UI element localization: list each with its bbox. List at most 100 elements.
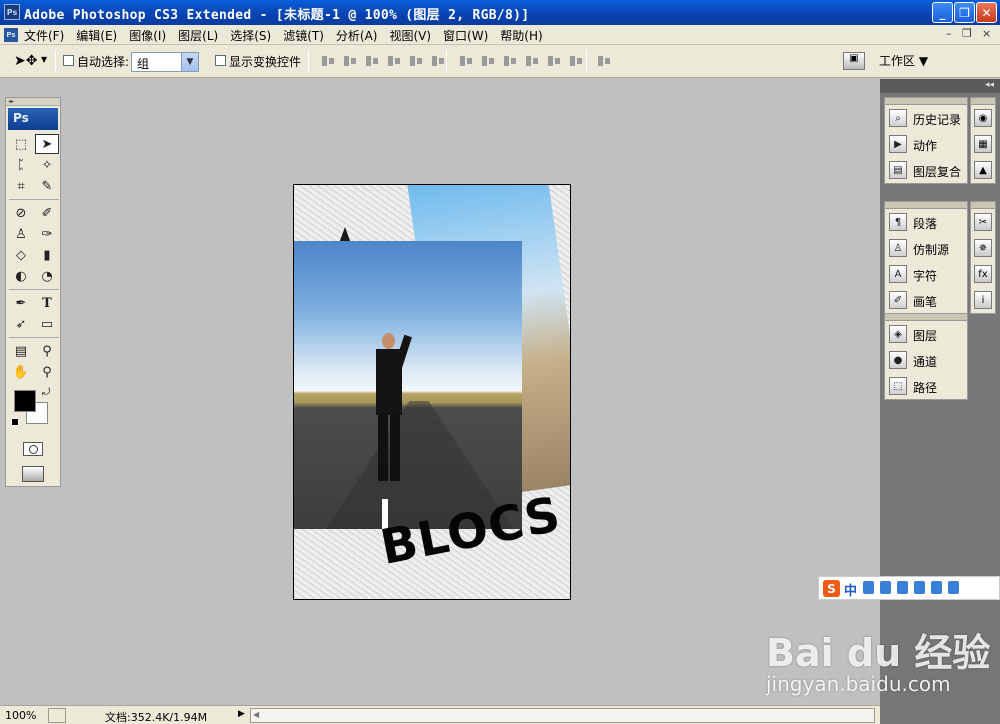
swatches-icon[interactable]: ▦ bbox=[974, 135, 992, 153]
pen-tool[interactable]: ✒ bbox=[9, 293, 33, 313]
menu-view[interactable]: 视图(V) bbox=[389, 27, 431, 44]
tool-presets-icon[interactable]: ✂ bbox=[974, 213, 992, 231]
distribute-bottom-icon[interactable] bbox=[502, 54, 518, 68]
maximize-button[interactable]: ❐ bbox=[954, 2, 975, 23]
ime-punctuation-icon[interactable] bbox=[880, 581, 891, 594]
show-transform-checkbox[interactable] bbox=[215, 55, 226, 66]
auto-select-dropdown[interactable]: 组 ▼ bbox=[131, 52, 199, 72]
minimize-button[interactable]: _ bbox=[932, 2, 953, 23]
panel-brushes[interactable]: ✐ 画笔 bbox=[885, 287, 967, 313]
gradient-tool[interactable]: ▮ bbox=[35, 245, 59, 265]
ime-language-toggle[interactable]: 中 bbox=[844, 580, 857, 599]
swap-colors-icon[interactable]: ⤾ bbox=[42, 387, 50, 398]
align-left-icon[interactable] bbox=[386, 54, 402, 68]
doc-restore-button[interactable]: ❐ bbox=[962, 27, 972, 40]
menu-analysis[interactable]: 分析(A) bbox=[336, 27, 378, 44]
dodge-tool[interactable]: ◔ bbox=[35, 266, 59, 286]
color-icon[interactable]: ✵ bbox=[974, 239, 992, 257]
menu-window[interactable]: 窗口(W) bbox=[443, 27, 488, 44]
menu-image[interactable]: 图像(I) bbox=[129, 27, 166, 44]
brush-tool[interactable]: ✐ bbox=[35, 203, 59, 223]
healing-brush-tool[interactable]: ⊘ bbox=[9, 203, 33, 223]
menu-help[interactable]: 帮助(H) bbox=[500, 27, 542, 44]
slice-tool[interactable]: ✎ bbox=[35, 176, 59, 196]
menu-edit[interactable]: 编辑(E) bbox=[76, 27, 117, 44]
scroll-left-icon[interactable]: ◀ bbox=[253, 710, 259, 719]
crop-tool[interactable]: ⌗ bbox=[9, 176, 33, 196]
history-brush-tool[interactable]: ✑ bbox=[35, 224, 59, 244]
document-icon[interactable]: Ps bbox=[4, 28, 18, 42]
notes-tool[interactable]: ▤ bbox=[9, 341, 33, 361]
panel-character[interactable]: A 字符 bbox=[885, 261, 967, 287]
shape-tool[interactable]: ▭ bbox=[35, 314, 59, 334]
panel-clone-source[interactable]: ♙ 仿制源 bbox=[885, 235, 967, 261]
doc-close-button[interactable]: × bbox=[982, 27, 991, 40]
distribute-left-icon[interactable] bbox=[524, 54, 540, 68]
hand-tool[interactable]: ✋ bbox=[9, 362, 33, 382]
menu-file[interactable]: 文件(F) bbox=[24, 27, 64, 44]
ime-moon-icon[interactable] bbox=[863, 581, 874, 594]
align-hcenter-icon[interactable] bbox=[408, 54, 424, 68]
info-icon[interactable]: i bbox=[974, 291, 992, 309]
menu-layer[interactable]: 图层(L) bbox=[178, 27, 218, 44]
ime-keyboard-icon[interactable] bbox=[897, 581, 908, 594]
sogou-ime-icon[interactable]: S bbox=[823, 580, 840, 597]
path-selection-tool[interactable]: ➶ bbox=[9, 314, 33, 334]
status-icon[interactable] bbox=[48, 708, 66, 723]
quick-mask-button[interactable] bbox=[23, 442, 43, 456]
histogram-icon[interactable]: ▲ bbox=[974, 161, 992, 179]
menu-filter[interactable]: 滤镜(T) bbox=[283, 27, 324, 44]
distribute-hcenter-icon[interactable] bbox=[546, 54, 562, 68]
lasso-tool[interactable]: ᛈ bbox=[9, 155, 33, 175]
panel-actions[interactable]: ▶ 动作 bbox=[885, 131, 967, 157]
eyedropper-tool[interactable]: ⚲ bbox=[35, 341, 59, 361]
bridge-icon[interactable]: ▣ bbox=[843, 52, 865, 70]
type-tool[interactable]: T bbox=[35, 293, 59, 313]
toolbox-grip[interactable]: ◂▸ bbox=[6, 98, 60, 106]
close-button[interactable]: ✕ bbox=[976, 2, 997, 23]
panel-layers[interactable]: ◈ 图层 bbox=[885, 321, 967, 347]
move-tool[interactable]: ➤ bbox=[35, 134, 59, 154]
navigator-icon[interactable]: ◉ bbox=[974, 109, 992, 127]
blur-tool[interactable]: ◐ bbox=[9, 266, 33, 286]
default-colors-icon[interactable] bbox=[11, 418, 19, 426]
move-tool-preset-icon[interactable]: ➤✥ bbox=[14, 53, 37, 69]
toolbox-logo[interactable]: Ps bbox=[8, 108, 58, 130]
collapse-dock-icon[interactable]: ◂◂ bbox=[985, 80, 994, 90]
ime-skin-icon[interactable] bbox=[931, 581, 942, 594]
zoom-tool[interactable]: ⚲ bbox=[35, 362, 59, 382]
panel-layer-comps[interactable]: ▤ 图层复合 bbox=[885, 157, 967, 183]
distribute-top-icon[interactable] bbox=[458, 54, 474, 68]
doc-minimize-button[interactable]: – bbox=[946, 27, 952, 40]
marquee-tool[interactable]: ⬚ bbox=[9, 134, 33, 154]
align-top-icon[interactable] bbox=[320, 54, 336, 68]
preset-dropdown-arrow-icon[interactable]: ▼ bbox=[41, 55, 47, 64]
auto-select-checkbox[interactable] bbox=[63, 55, 74, 66]
ime-user-icon[interactable] bbox=[914, 581, 925, 594]
document-canvas[interactable]: BLOCS bbox=[293, 184, 571, 600]
panel-paths[interactable]: ⬚ 路径 bbox=[885, 373, 967, 399]
horizontal-scrollbar[interactable]: ◀ bbox=[250, 708, 875, 723]
eraser-tool[interactable]: ◇ bbox=[9, 245, 33, 265]
distribute-vcenter-icon[interactable] bbox=[480, 54, 496, 68]
clone-stamp-tool[interactable]: ♙ bbox=[9, 224, 33, 244]
distribute-right-icon[interactable] bbox=[568, 54, 584, 68]
align-bottom-icon[interactable] bbox=[364, 54, 380, 68]
ime-tools-icon[interactable] bbox=[948, 581, 959, 594]
magic-wand-tool[interactable]: ✧ bbox=[35, 155, 59, 175]
align-right-icon[interactable] bbox=[430, 54, 446, 68]
menu-select[interactable]: 选择(S) bbox=[230, 27, 271, 44]
align-vcenter-icon[interactable] bbox=[342, 54, 358, 68]
zoom-level[interactable]: 100% bbox=[5, 709, 36, 722]
status-menu-arrow-icon[interactable]: ▶ bbox=[238, 709, 245, 719]
foreground-color-swatch[interactable] bbox=[14, 390, 36, 412]
screen-mode-button[interactable] bbox=[22, 466, 44, 482]
panel-paragraph[interactable]: ¶ 段落 bbox=[885, 209, 967, 235]
panel-history[interactable]: ⌕ 历史记录 bbox=[885, 105, 967, 131]
chevron-down-icon[interactable]: ▼ bbox=[181, 53, 198, 71]
photoshop-app-icon[interactable]: Ps bbox=[4, 4, 20, 20]
styles-icon[interactable]: fx bbox=[974, 265, 992, 283]
panel-channels[interactable]: ● 通道 bbox=[885, 347, 967, 373]
auto-align-layers-icon[interactable] bbox=[596, 54, 612, 68]
workspace-button[interactable]: 工作区 ▼ bbox=[879, 52, 928, 69]
